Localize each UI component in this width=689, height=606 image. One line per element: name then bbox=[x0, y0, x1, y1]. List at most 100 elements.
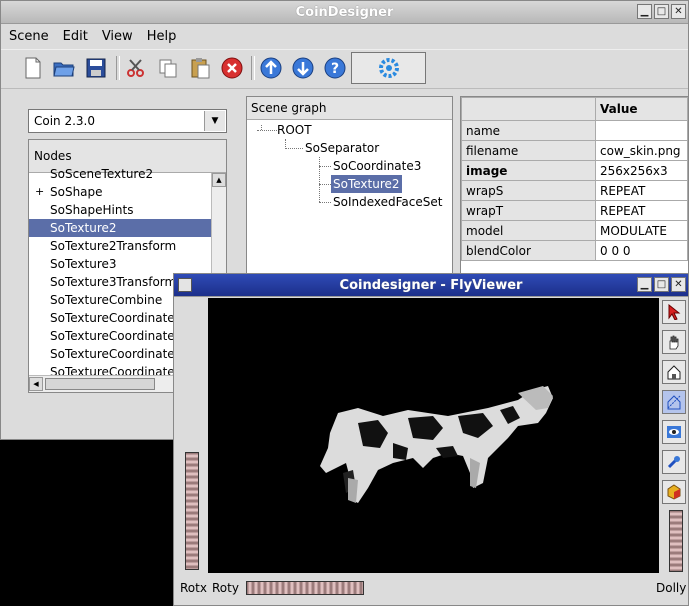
rotx-label: Rotx bbox=[180, 581, 207, 595]
property-name: name bbox=[461, 120, 596, 141]
tree-node-root[interactable]: ROOT bbox=[277, 121, 312, 139]
perspective-icon[interactable] bbox=[662, 480, 686, 504]
property-row: filename cow_skin.png bbox=[461, 140, 688, 161]
property-value[interactable]: REPEAT bbox=[595, 200, 688, 221]
property-name: model bbox=[461, 220, 596, 241]
tree-node-separator[interactable]: SoSeparator bbox=[305, 139, 379, 157]
menu-edit[interactable]: Edit bbox=[63, 29, 88, 44]
property-value[interactable]: 256x256x3 bbox=[595, 160, 688, 181]
scene-graph-header: Scene graph bbox=[247, 97, 452, 120]
view-all-icon[interactable] bbox=[662, 420, 686, 444]
node-label: SoTextureCombine bbox=[50, 293, 163, 307]
move-down-icon[interactable] bbox=[291, 56, 315, 80]
property-row: model MODULATE bbox=[461, 220, 688, 241]
help-icon[interactable]: ? bbox=[323, 56, 347, 80]
node-label: SoTextureCoordinate bbox=[50, 329, 175, 343]
hscroll-thumb[interactable] bbox=[45, 378, 155, 390]
properties-corner-header bbox=[461, 97, 596, 121]
property-value[interactable]: cow_skin.png bbox=[595, 140, 688, 161]
roty-label: Roty bbox=[212, 581, 239, 595]
node-list-item-selected[interactable]: SoTexture2 bbox=[29, 219, 212, 237]
maximize-button[interactable]: □ bbox=[654, 277, 669, 292]
property-name: filename bbox=[461, 140, 596, 161]
node-label: SoTexture2Transform bbox=[50, 239, 177, 253]
roty-wheel[interactable] bbox=[246, 581, 364, 595]
main-titlebar[interactable]: CoinDesigner ▁ □ ✕ bbox=[1, 1, 688, 24]
property-name: wrapT bbox=[461, 200, 596, 221]
property-value[interactable]: 0 0 0 bbox=[595, 240, 688, 261]
node-label: SoTextureCoordinate bbox=[50, 311, 175, 325]
node-list-item[interactable]: + SoShape bbox=[29, 183, 212, 201]
menu-help[interactable]: Help bbox=[147, 29, 177, 44]
viewer-toolbar bbox=[662, 300, 688, 510]
new-file-icon[interactable] bbox=[21, 56, 45, 80]
node-label: SoSceneTexture2 bbox=[50, 167, 154, 181]
property-value[interactable] bbox=[595, 120, 688, 141]
node-list-item[interactable]: SoSceneTexture2 bbox=[29, 165, 212, 183]
scroll-left-icon[interactable]: ◀ bbox=[29, 377, 43, 391]
cow-model bbox=[320, 386, 553, 503]
property-row: wrapT REPEAT bbox=[461, 200, 688, 221]
chevron-down-icon[interactable]: ▼ bbox=[204, 111, 225, 131]
node-list-item[interactable]: SoTexture2Transform bbox=[29, 237, 212, 255]
property-value[interactable]: MODULATE bbox=[595, 220, 688, 241]
tree-node-child[interactable]: SoIndexedFaceSet bbox=[333, 193, 442, 211]
node-label: SoTexture3 bbox=[50, 257, 117, 271]
settings-icon[interactable] bbox=[351, 52, 426, 84]
hand-view-icon[interactable] bbox=[662, 330, 686, 354]
expand-icon[interactable]: + bbox=[35, 183, 44, 201]
property-name: image bbox=[461, 160, 596, 181]
property-row: image 256x256x3 bbox=[461, 160, 688, 181]
3d-viewport[interactable] bbox=[208, 298, 659, 573]
delete-icon[interactable] bbox=[220, 56, 244, 80]
paste-icon[interactable] bbox=[188, 56, 212, 80]
value-column-header: Value bbox=[595, 97, 688, 121]
node-label: SoShapeHints bbox=[50, 203, 134, 217]
pick-arrow-icon[interactable] bbox=[662, 300, 686, 324]
node-list-item[interactable]: SoTexture3 bbox=[29, 255, 212, 273]
property-value[interactable]: REPEAT bbox=[595, 180, 688, 201]
minimize-button[interactable]: ▁ bbox=[637, 4, 652, 19]
close-button[interactable]: ✕ bbox=[671, 277, 686, 292]
dolly-label: Dolly bbox=[656, 581, 687, 595]
home-icon[interactable] bbox=[662, 360, 686, 384]
property-name: blendColor bbox=[461, 240, 596, 261]
tree-node-child[interactable]: SoCoordinate3 bbox=[333, 157, 421, 175]
menu-view[interactable]: View bbox=[102, 29, 133, 44]
node-list-item[interactable]: SoShapeHints bbox=[29, 201, 212, 219]
flyviewer-titlebar[interactable]: Coindesigner - FlyViewer ▁ □ ✕ bbox=[174, 274, 688, 297]
copy-icon[interactable] bbox=[156, 56, 180, 80]
node-label: SoTexture2 bbox=[50, 221, 117, 235]
node-label: SoTextureCoordinate bbox=[50, 347, 175, 361]
set-home-icon[interactable] bbox=[662, 390, 686, 414]
scene-graph-panel: Scene graph ROOT SoSeparator SoCoordinat… bbox=[246, 96, 453, 276]
maximize-button[interactable]: □ bbox=[654, 4, 669, 19]
move-up-icon[interactable] bbox=[259, 56, 283, 80]
library-select[interactable]: Coin 2.3.0 ▼ bbox=[28, 109, 227, 133]
library-select-value: Coin 2.3.0 bbox=[34, 114, 96, 128]
svg-text:?: ? bbox=[331, 61, 339, 77]
node-label: SoTexture3Transform bbox=[50, 275, 177, 289]
flyviewer-window: Coindesigner - FlyViewer ▁ □ ✕ Rotx Roty… bbox=[173, 273, 689, 606]
toolbar: ? bbox=[1, 49, 688, 89]
properties-panel: Value name filename cow_skin.png image 256x2… bbox=[460, 96, 689, 276]
seek-icon[interactable] bbox=[662, 450, 686, 474]
open-folder-icon[interactable] bbox=[52, 56, 76, 80]
tree-node-child-selected[interactable]: SoTexture2 bbox=[331, 175, 402, 193]
minimize-button[interactable]: ▁ bbox=[637, 277, 652, 292]
property-row: blendColor 0 0 0 bbox=[461, 240, 688, 261]
node-label: SoShape bbox=[50, 185, 103, 199]
save-icon[interactable] bbox=[84, 56, 108, 80]
property-name: wrapS bbox=[461, 180, 596, 201]
rotx-wheel[interactable] bbox=[185, 452, 199, 570]
window-title: CoinDesigner bbox=[295, 5, 394, 20]
property-row: name bbox=[461, 120, 688, 141]
menu-scene[interactable]: Scene bbox=[9, 29, 49, 44]
dolly-wheel[interactable] bbox=[669, 510, 683, 572]
scroll-up-icon[interactable]: ▲ bbox=[212, 173, 226, 187]
menubar: Scene Edit View Help bbox=[1, 25, 176, 47]
property-row: wrapS REPEAT bbox=[461, 180, 688, 201]
cut-icon[interactable] bbox=[124, 56, 148, 80]
close-button[interactable]: ✕ bbox=[671, 4, 686, 19]
properties-table: Value name filename cow_skin.png image 256x2… bbox=[461, 97, 688, 261]
